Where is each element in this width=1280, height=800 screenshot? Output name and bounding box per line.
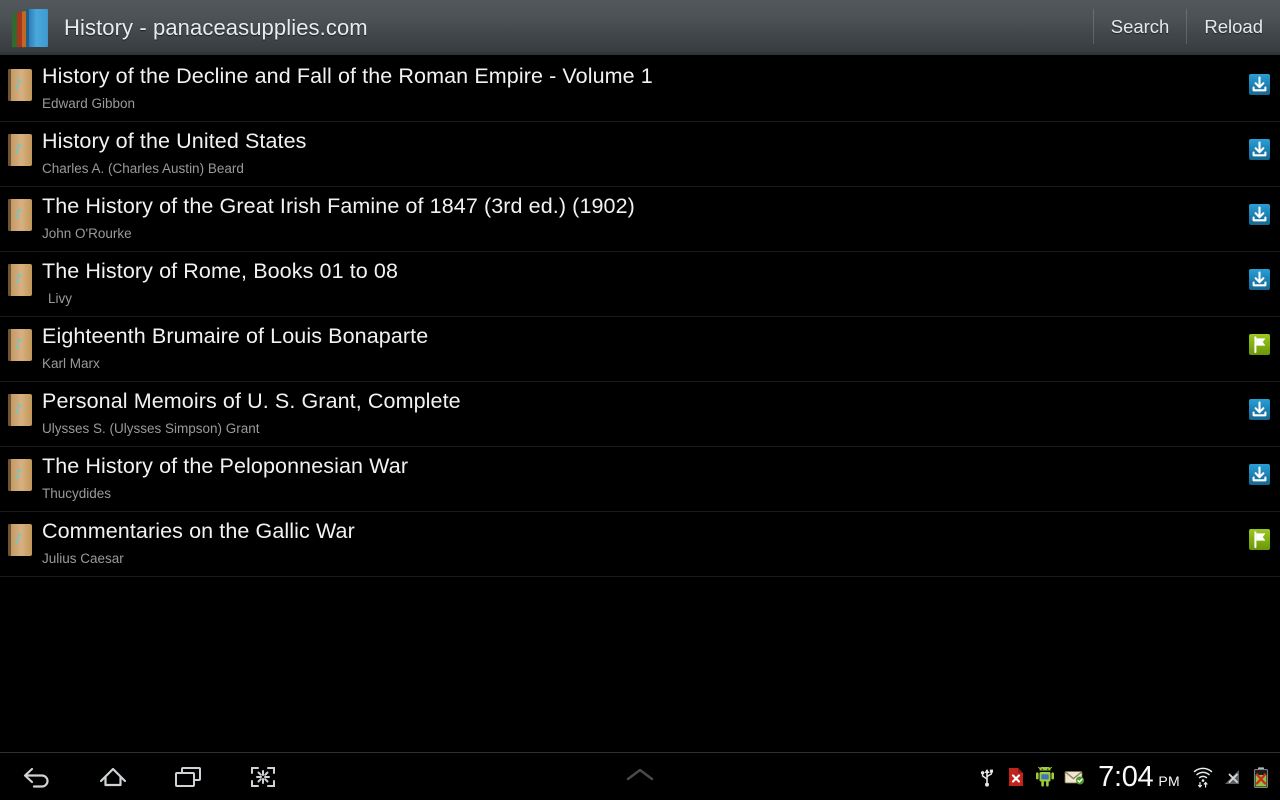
book-title: The History of the Peloponnesian War [42, 454, 409, 478]
download-icon[interactable] [1249, 269, 1270, 290]
book-title: The History of Rome, Books 01 to 08 [42, 259, 399, 283]
clock-time: 7:04 [1098, 760, 1154, 793]
cellular-signal-off-icon [1221, 766, 1243, 788]
recent-apps-icon [172, 764, 204, 790]
books-stack-icon [10, 7, 50, 49]
book-title: Eighteenth Brumaire of Louis Bonaparte [42, 324, 429, 348]
book-glyph-icon: ♪ [14, 207, 23, 222]
download-icon[interactable] [1249, 399, 1270, 420]
chevron-up-icon [620, 764, 660, 791]
book-glyph-icon: ♪ [14, 142, 23, 157]
book-cover-icon: ♪ [8, 199, 32, 231]
book-author: Ulysses S. (Ulysses Simpson) Grant [42, 421, 260, 436]
book-list-item[interactable]: ♪ Eighteenth Brumaire of Louis Bonaparte K… [0, 317, 1280, 382]
back-button[interactable] [0, 753, 75, 800]
flag-icon[interactable] [1249, 334, 1270, 355]
book-cover-icon: ♪ [8, 459, 32, 491]
book-glyph-icon: ♪ [14, 272, 23, 287]
flag-icon[interactable] [1249, 529, 1270, 550]
search-button[interactable]: Search [1094, 0, 1187, 53]
book-author: Julius Caesar [42, 551, 124, 566]
home-icon [97, 764, 129, 790]
screenshot-icon [247, 764, 279, 790]
book-cover-icon: ♪ [8, 264, 32, 296]
book-list-item[interactable]: ♪ Personal Memoirs of U. S. Grant, Comple… [0, 382, 1280, 447]
download-icon[interactable] [1249, 464, 1270, 485]
screenshot-button[interactable] [225, 753, 300, 800]
book-author: Karl Marx [42, 356, 100, 371]
book-title: History of the Decline and Fall of the R… [42, 64, 653, 88]
book-list-item[interactable]: ♪ History of the Decline and Fall of the … [0, 57, 1280, 122]
book-title: The History of the Great Irish Famine of… [42, 194, 635, 218]
book-author: John O'Rourke [42, 226, 132, 241]
page-title: History - panaceasupplies.com [64, 14, 368, 40]
nav-buttons-group [0, 753, 300, 800]
book-title: History of the United States [42, 129, 307, 153]
file-error-icon [1005, 766, 1027, 788]
book-cover-icon: ♪ [8, 134, 32, 166]
book-list: ♪ History of the Decline and Fall of the … [0, 57, 1280, 577]
back-arrow-icon [22, 764, 54, 790]
book-author: Edward Gibbon [42, 96, 136, 111]
usb-icon [976, 766, 998, 788]
battery-error-icon [1250, 766, 1272, 788]
title-bar: History - panaceasupplies.com Search Rel… [0, 0, 1280, 57]
book-glyph-icon: ♪ [14, 532, 23, 547]
book-author: Charles A. (Charles Austin) Beard [42, 161, 244, 176]
download-icon[interactable] [1249, 204, 1270, 225]
reload-button[interactable]: Reload [1187, 0, 1280, 53]
book-glyph-icon: ♪ [14, 467, 23, 482]
recent-apps-button[interactable] [150, 753, 225, 800]
book-glyph-icon: ♪ [14, 402, 23, 417]
system-navigation-bar: 7:04 PM [0, 752, 1280, 800]
application-root: History - panaceasupplies.com Search Rel… [0, 0, 1280, 800]
book-title: Commentaries on the Gallic War [42, 519, 355, 543]
book-cover-icon: ♪ [8, 524, 32, 556]
book-list-item[interactable]: ♪ The History of the Peloponnesian War Thu… [0, 447, 1280, 512]
home-button[interactable] [75, 753, 150, 800]
book-author: Thucydides [42, 486, 112, 501]
book-list-item[interactable]: ♪ Commentaries on the Gallic War Julius Ca… [0, 512, 1280, 577]
book-glyph-icon: ♪ [14, 77, 23, 92]
book-cover-icon: ♪ [8, 69, 32, 101]
title-bar-actions: Search Reload [1092, 0, 1280, 53]
book-author: Livy [48, 291, 73, 306]
book-list-item[interactable]: ♪ History of the United States Charles A. … [0, 122, 1280, 187]
book-list-item[interactable]: ♪ The History of the Great Irish Famine o… [0, 187, 1280, 252]
book-cover-icon: ♪ [8, 329, 32, 361]
clock: 7:04 PM [1098, 760, 1180, 793]
android-robot-icon [1034, 766, 1056, 788]
notifications-expand-button[interactable] [617, 753, 663, 800]
book-cover-icon: ♪ [8, 394, 32, 426]
wifi-icon [1192, 766, 1214, 788]
book-list-item[interactable]: ♪ The History of Rome, Books 01 to 08 Livy [0, 252, 1280, 317]
clock-period: PM [1158, 772, 1180, 789]
book-glyph-icon: ♪ [14, 337, 23, 352]
status-bar[interactable]: 7:04 PM [976, 753, 1272, 800]
download-icon[interactable] [1249, 139, 1270, 160]
email-icon [1063, 766, 1085, 788]
book-title: Personal Memoirs of U. S. Grant, Complet… [42, 389, 461, 413]
download-icon[interactable] [1249, 74, 1270, 95]
